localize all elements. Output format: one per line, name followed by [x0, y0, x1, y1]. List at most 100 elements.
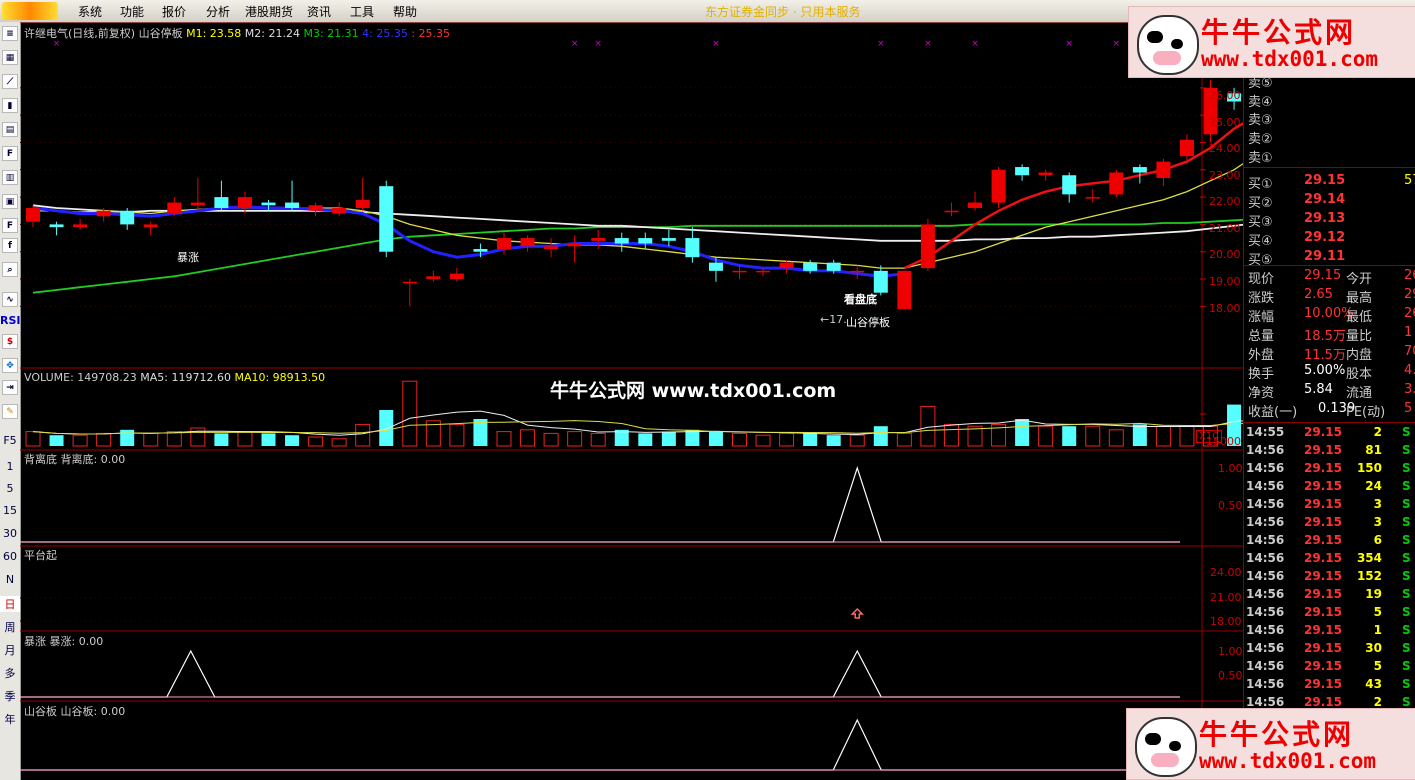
signal-marker: × [924, 39, 932, 49]
surge-annotation: 暴涨 [177, 251, 199, 264]
volume-bar [166, 431, 182, 447]
volume-ma5-line [32, 410, 1243, 436]
price-axis-label: 26.00 [1209, 89, 1241, 102]
period-1min[interactable]: 1 [0, 460, 20, 473]
volume-bar [285, 435, 300, 446]
price-axis-label: 22.00 [1209, 195, 1241, 208]
list-icon[interactable]: ≡ [2, 26, 18, 41]
menu-hk-futures[interactable]: 港股期货 [245, 3, 293, 20]
candle-icon[interactable]: ▮ [2, 98, 18, 113]
divider [1244, 422, 1415, 423]
volume-bar [567, 431, 583, 447]
quote-stat-row: 涨跌2.65最高29 [1248, 287, 1415, 306]
grid-icon[interactable]: ▦ [2, 50, 18, 65]
period-day[interactable]: 日 [0, 596, 20, 612]
volume-bar [708, 431, 723, 446]
volume-ma5: MA5: 119712.60 [140, 371, 231, 384]
ma-green-line [32, 218, 1243, 294]
indicator-axis-label: 21.00 [1210, 591, 1242, 604]
stock-title: 许继电气(日线,前复权) 山谷停板 [24, 27, 183, 40]
fx-icon[interactable]: f [2, 238, 18, 253]
table-icon[interactable]: ▥ [2, 170, 18, 185]
candle-body [708, 262, 723, 271]
signal-marker: × [971, 39, 979, 49]
price-axis-label: 20.00 [1209, 248, 1241, 261]
menu-help[interactable]: 帮助 [393, 3, 417, 20]
volume-bar [214, 433, 229, 446]
indicator-valley-header: 山谷板 山谷板: 0.00 [24, 703, 125, 719]
bid-level-4: 买④ 29.12 [1248, 230, 1346, 249]
volume-bar [1062, 426, 1077, 446]
candle-body [285, 202, 300, 209]
quote-stat-row: 总量 18.5万 量比 1 [1248, 325, 1413, 344]
tab-rsi[interactable]: RSI [0, 314, 21, 327]
ma-m2: M2: 21.24 [244, 27, 300, 40]
period-15min[interactable]: 15 [0, 504, 20, 517]
candle-body [1062, 175, 1077, 195]
menu-tools[interactable]: 工具 [350, 3, 374, 20]
ask-level-3: 卖③ [1248, 113, 1273, 128]
indicator-title: 平台起 [24, 549, 57, 562]
indicator-axis-label: 24.00 [1210, 566, 1242, 579]
quote-stat-row: 换手5.00%股本4.9 [1248, 363, 1415, 382]
candle-body [803, 262, 818, 271]
finance-icon[interactable]: ▣ [2, 194, 18, 209]
candle-body [991, 169, 1006, 203]
candle-body [96, 210, 111, 217]
candle-body [73, 224, 88, 228]
candle-body [591, 238, 606, 241]
price-axis-label: 25.00 [1209, 116, 1241, 129]
period-multi[interactable]: 多 [0, 665, 20, 681]
f10-icon[interactable]: F [2, 146, 18, 161]
candle-body [308, 205, 323, 211]
volume-bar [261, 433, 276, 446]
candle-body [920, 224, 935, 269]
brand-url: www.tdx001.com [1199, 749, 1377, 773]
pencil-icon[interactable]: ✎ [2, 404, 18, 419]
period-5min[interactable]: 5 [0, 482, 20, 495]
period-30min[interactable]: 30 [0, 527, 20, 540]
volume-header: VOLUME: 149708.23 MA5: 119712.60 MA10: 9… [24, 371, 325, 384]
volume-bar [190, 427, 206, 447]
period-quarter[interactable]: 季 [0, 688, 20, 704]
indicator-value: 背离底: 0.00 [60, 453, 126, 466]
volume-bar [638, 433, 653, 446]
indicator-axis-label: 1.00 [1218, 645, 1243, 658]
price-axis-label: 23.00 [1209, 169, 1241, 182]
menu-system[interactable]: 系统 [78, 3, 102, 20]
period-n[interactable]: N [0, 573, 20, 586]
menu-quote[interactable]: 报价 [162, 3, 186, 20]
move-icon[interactable]: ✥ [2, 358, 18, 373]
surge-signal-line [20, 649, 1180, 698]
formula-icon[interactable]: F [2, 218, 18, 233]
candle-body [379, 186, 394, 252]
tab-f5[interactable]: F5 [0, 434, 20, 447]
quote-panel: 卖⑤ 卖④ 卖③ 卖② 卖① 买①29.1557买②29.14买③29.13买④… [1243, 22, 1415, 780]
volume-bar [849, 434, 865, 447]
volume-bar [1085, 425, 1101, 447]
line-chart-icon[interactable]: ⟋ [2, 74, 18, 89]
divergence-signal-line [20, 466, 1180, 543]
period-60min[interactable]: 60 [0, 550, 20, 563]
valley-signal-line [20, 718, 1180, 771]
search-icon[interactable]: ⌕ [2, 262, 18, 277]
candle-body [756, 270, 771, 273]
brand-banner-top: 牛牛公式网 www.tdx001.com [1128, 6, 1415, 78]
menu-news[interactable]: 资讯 [307, 3, 331, 20]
period-week[interactable]: 周 [0, 619, 20, 635]
indicator-platform-header: 平台起 [24, 547, 57, 563]
arrow-icon[interactable]: ⇥ [2, 380, 18, 395]
candle-body [167, 202, 182, 214]
period-month[interactable]: 月 [0, 642, 20, 658]
volume-bar [25, 431, 41, 447]
wave-icon[interactable]: ∿ [2, 292, 18, 307]
period-year[interactable]: 年 [0, 711, 20, 727]
dollar-icon[interactable]: $ [2, 334, 18, 349]
quote-stat-row: 收益(一) 0.139 PE(动) 5 [1248, 401, 1413, 420]
volume-unit-label: X10 [1196, 430, 1222, 443]
report-icon[interactable]: ▤ [2, 122, 18, 137]
menu-analysis[interactable]: 分析 [206, 3, 230, 20]
cow-logo-icon [1135, 717, 1197, 777]
menu-function[interactable]: 功能 [120, 3, 144, 20]
volume-bar [779, 432, 795, 447]
